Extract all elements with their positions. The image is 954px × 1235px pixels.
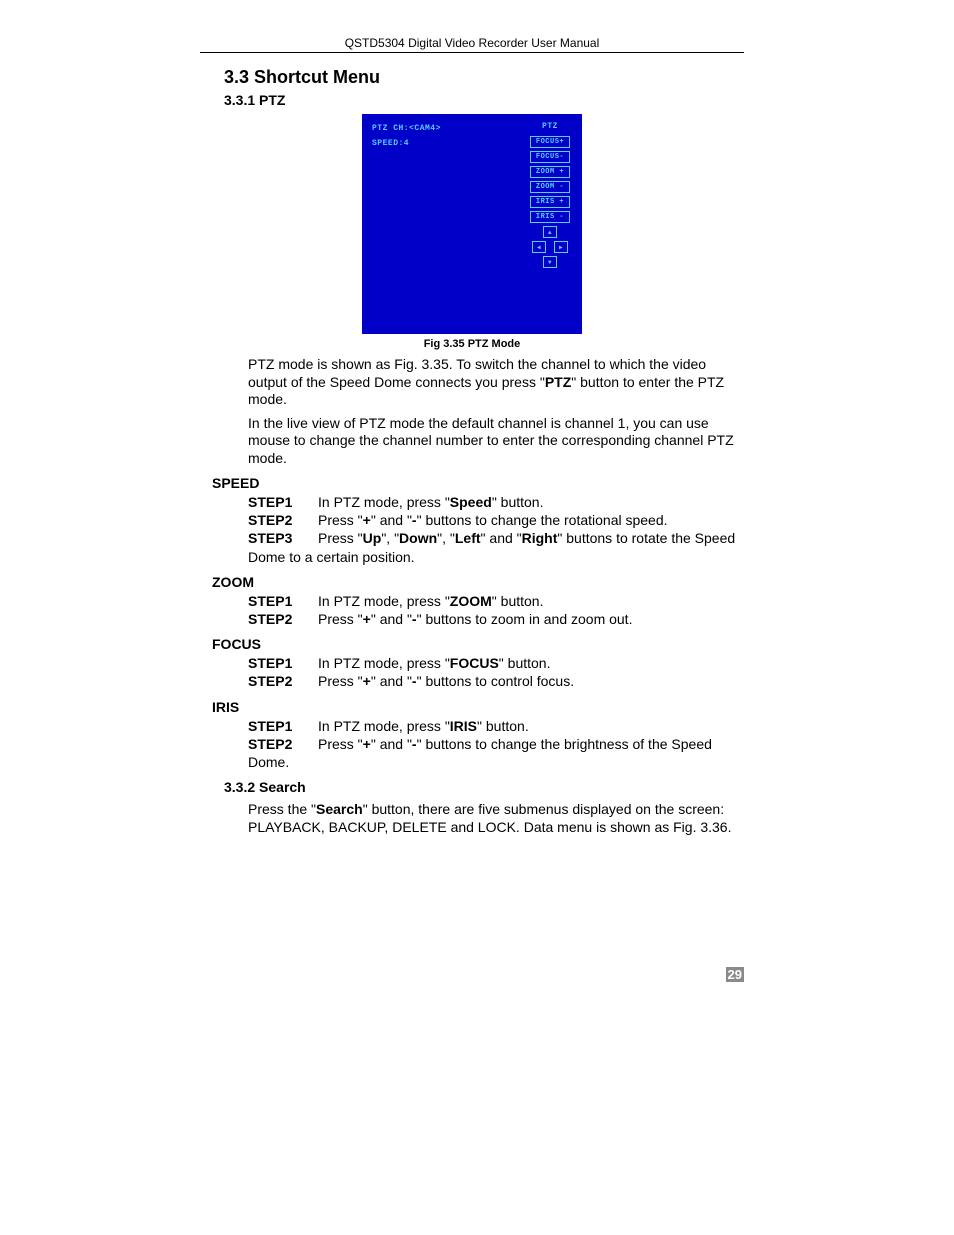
text-run: " buttons to change the rotational speed… xyxy=(417,512,668,528)
text-bold: Search xyxy=(316,801,363,817)
search-paragraph: Press the "Search" button, there are fiv… xyxy=(248,801,744,836)
ptz-iris-minus-button: IRIS - xyxy=(530,211,570,223)
text-run: Press " xyxy=(318,512,363,528)
page-number-wrap: 29 xyxy=(200,966,744,984)
ptz-arrow-left: ◀ xyxy=(532,241,546,253)
text-bold: + xyxy=(363,611,371,627)
text-run: " buttons to rotate the Speed xyxy=(557,530,735,546)
text-run: " button. xyxy=(492,593,544,609)
text-bold: FOCUS xyxy=(450,655,499,671)
step-text: Press "+" and "-" buttons to zoom in and… xyxy=(318,610,744,628)
figure-caption: Fig 3.35 PTZ Mode xyxy=(200,338,744,350)
text-run: " button. xyxy=(499,655,551,671)
text-run: " and " xyxy=(371,736,412,752)
ptz-speed-label: SPEED:4 xyxy=(372,139,441,148)
step-text: Press "+" and "-" buttons to change the … xyxy=(318,511,744,529)
step-continuation: Dome to a certain position. xyxy=(248,548,744,566)
ptz-zoom-plus-button: ZOOM + xyxy=(530,166,570,178)
zoom-steps: STEP1In PTZ mode, press "ZOOM" button. S… xyxy=(248,592,744,628)
focus-steps: STEP1In PTZ mode, press "FOCUS" button. … xyxy=(248,654,744,690)
text-bold: Speed xyxy=(450,494,492,510)
step-text: Press "+" and "-" buttons to control foc… xyxy=(318,672,744,690)
speed-steps: STEP1In PTZ mode, press "Speed" button. … xyxy=(248,493,744,566)
document-page: QSTD5304 Digital Video Recorder User Man… xyxy=(0,0,954,1024)
text-run: Press " xyxy=(318,736,363,752)
text-bold: Right xyxy=(522,530,558,546)
speed-heading: SPEED xyxy=(212,475,744,491)
text-bold: Up xyxy=(363,530,382,546)
body-paragraph-2: In the live view of PTZ mode the default… xyxy=(248,415,744,468)
text-run: " and " xyxy=(371,512,412,528)
step-text: Press "Up", "Down", "Left" and "Right" b… xyxy=(318,529,744,547)
text-run: " and " xyxy=(481,530,522,546)
text-run: Press " xyxy=(318,611,363,627)
step-label: STEP1 xyxy=(248,493,318,511)
step-text: In PTZ mode, press "FOCUS" button. xyxy=(318,654,744,672)
text-bold: + xyxy=(363,673,371,689)
step-continuation: Dome. xyxy=(248,753,744,771)
text-run: " buttons to zoom in and zoom out. xyxy=(417,611,633,627)
text-bold: IRIS xyxy=(450,718,477,734)
text-bold: + xyxy=(363,736,371,752)
step-label: STEP2 xyxy=(248,672,318,690)
step-label: STEP2 xyxy=(248,610,318,628)
figure-wrapper: PTZ CH:<CAM4> SPEED:4 PTZ FOCUS+ FOCUS- … xyxy=(200,114,744,334)
section-heading: 3.3 Shortcut Menu xyxy=(224,67,744,88)
step-text: In PTZ mode, press "Speed" button. xyxy=(318,493,744,511)
ptz-arrow-down: ▼ xyxy=(543,256,557,268)
step-label: STEP1 xyxy=(248,717,318,735)
text-run: Press " xyxy=(318,530,363,546)
ptz-focus-minus-button: FOCUS- xyxy=(530,151,570,163)
ptz-mode-figure: PTZ CH:<CAM4> SPEED:4 PTZ FOCUS+ FOCUS- … xyxy=(362,114,582,334)
text-run: ", " xyxy=(437,530,455,546)
subsection-heading: 3.3.1 PTZ xyxy=(224,92,744,108)
text-bold: Down xyxy=(399,530,437,546)
ptz-title: PTZ xyxy=(542,122,558,131)
text-run: ", " xyxy=(381,530,399,546)
step-label: STEP2 xyxy=(248,735,318,753)
text-run: In PTZ mode, press " xyxy=(318,655,450,671)
text-run: " and " xyxy=(371,673,412,689)
ptz-left-panel: PTZ CH:<CAM4> SPEED:4 xyxy=(372,124,441,148)
text-run: " buttons to change the brightness of th… xyxy=(417,736,712,752)
step-label: STEP1 xyxy=(248,592,318,610)
ptz-arrow-up: ▲ xyxy=(543,226,557,238)
ptz-zoom-minus-button: ZOOM - xyxy=(530,181,570,193)
search-heading: 3.3.2 Search xyxy=(224,779,744,795)
iris-steps: STEP1In PTZ mode, press "IRIS" button. S… xyxy=(248,717,744,772)
text-run: Press " xyxy=(318,673,363,689)
ptz-arrow-right: ▶ xyxy=(554,241,568,253)
zoom-heading: ZOOM xyxy=(212,574,744,590)
text-run: " button. xyxy=(477,718,529,734)
ptz-arrow-row: ◀ ▶ xyxy=(532,241,568,253)
step-label: STEP2 xyxy=(248,511,318,529)
page-header: QSTD5304 Digital Video Recorder User Man… xyxy=(200,36,744,53)
step-text: In PTZ mode, press "IRIS" button. xyxy=(318,717,744,735)
step-label: STEP3 xyxy=(248,529,318,547)
iris-heading: IRIS xyxy=(212,699,744,715)
step-text: Press "+" and "-" buttons to change the … xyxy=(318,735,744,753)
text-bold: PTZ xyxy=(545,374,571,390)
ptz-right-panel: PTZ FOCUS+ FOCUS- ZOOM + ZOOM - IRIS + I… xyxy=(530,122,570,268)
ptz-iris-plus-button: IRIS + xyxy=(530,196,570,208)
text-run: " button. xyxy=(492,494,544,510)
body-paragraph-1: PTZ mode is shown as Fig. 3.35. To switc… xyxy=(248,356,744,409)
ptz-channel-label: PTZ CH:<CAM4> xyxy=(372,124,441,133)
focus-heading: FOCUS xyxy=(212,636,744,652)
step-label: STEP1 xyxy=(248,654,318,672)
text-run: In PTZ mode, press " xyxy=(318,718,450,734)
text-bold: + xyxy=(363,512,371,528)
text-run: " and " xyxy=(371,611,412,627)
text-bold: ZOOM xyxy=(450,593,492,609)
text-run: Press the " xyxy=(248,801,316,817)
ptz-focus-plus-button: FOCUS+ xyxy=(530,136,570,148)
text-bold: Left xyxy=(455,530,481,546)
text-run: " buttons to control focus. xyxy=(417,673,575,689)
page-number: 29 xyxy=(726,967,744,982)
step-text: In PTZ mode, press "ZOOM" button. xyxy=(318,592,744,610)
text-run: In PTZ mode, press " xyxy=(318,494,450,510)
text-run: In PTZ mode, press " xyxy=(318,593,450,609)
